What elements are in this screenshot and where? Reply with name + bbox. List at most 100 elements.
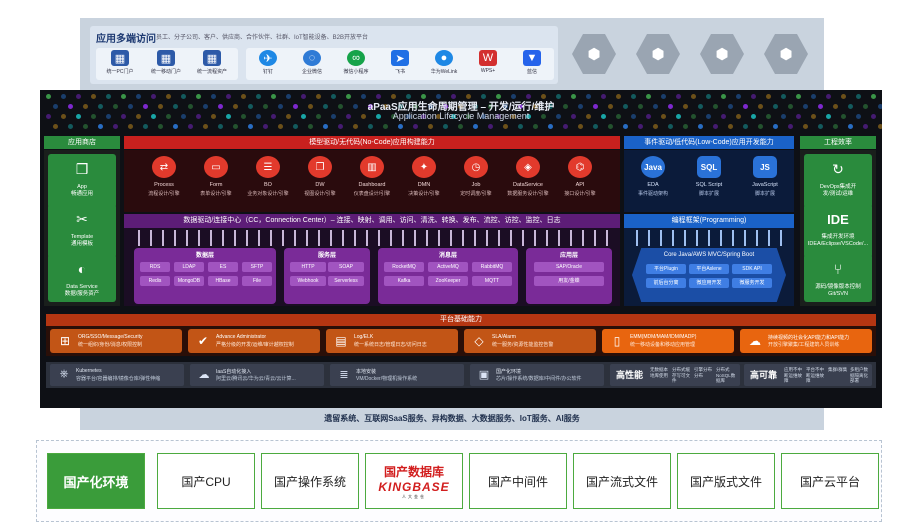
ha-sub: 引擎分布分布 <box>694 367 712 378</box>
item-title: ORG/SSO/Message/Security <box>78 334 143 340</box>
loc-primary[interactable]: 国产化环境 <box>47 453 145 509</box>
channel-miniprogram[interactable]: ∞ 微信小程序 <box>334 50 378 80</box>
chip[interactable]: Webhook <box>290 276 326 286</box>
git-card[interactable]: ⑂ 源码/镜像版本控制 Git/SVN <box>804 254 872 302</box>
chip[interactable]: ZooKeeper <box>428 276 468 286</box>
connector-line <box>450 230 452 246</box>
diamond-icon: ◇ <box>474 334 484 348</box>
chip[interactable]: 平台Aslene <box>689 264 729 274</box>
chip[interactable]: SDK API <box>732 264 772 274</box>
platform-api-open[interactable]: ☁ 持续视频的社会化API能力和API能力 开放引擎聚集/工程建筑人员训练 <box>740 329 872 353</box>
ide-card[interactable]: IDE 集成开发环境 IDEA/Eclipse/VSCode/... <box>804 204 872 258</box>
connector-line <box>648 230 650 246</box>
chip[interactable]: SOAP <box>328 262 364 272</box>
chip[interactable]: RocketMQ <box>384 262 424 272</box>
chip[interactable]: 微服务开发 <box>732 278 772 288</box>
module-dataservice[interactable]: ◈ DataService 数据服务设计/引擎 <box>502 154 554 208</box>
chip[interactable]: SFTP <box>242 262 272 272</box>
decor-dot <box>533 124 538 129</box>
module-process[interactable]: ⇄ Process 流程设计/引擎 <box>138 154 190 208</box>
decor-dot <box>773 124 778 129</box>
channel-welink[interactable]: ● 华为WeLink <box>422 50 466 80</box>
high-performance[interactable]: 高性能 无数据本地库使用 分布式缓存写可文件 引擎分布分布 分布式NoSQL数据… <box>610 364 740 386</box>
channel-wps[interactable]: W WPS+ <box>466 50 510 80</box>
chip[interactable]: Serverless <box>328 276 364 286</box>
module-form[interactable]: ▭ Form 表单设计/引擎 <box>190 154 242 208</box>
decor-dot <box>53 124 58 129</box>
loc-os[interactable]: 国产操作系统 <box>261 453 359 509</box>
infra-domestic[interactable]: ▣ 国产化环境 芯片/操作系统/数据库/中间件/办公软件 <box>470 364 604 386</box>
item-desc: 严格分级的开发/运维/审计越权控制 <box>216 342 294 348</box>
chip[interactable]: Redis <box>140 276 170 286</box>
infra-kubernetes[interactable]: ⎈ Kubernetes 容器平台/容器编排/镜像仓库/弹性伸缩 <box>50 364 184 386</box>
data-service-card[interactable]: ◐ Data Service 数据/服务资产 <box>48 254 116 302</box>
module-sql[interactable]: SQL SQL Script 脚本扩展 <box>682 154 736 208</box>
api-cloud-icon: ☁ <box>749 334 761 348</box>
portal-pc[interactable]: ▦ 统一PC门户 <box>98 50 142 80</box>
chip[interactable]: LDAP <box>174 262 204 272</box>
chip[interactable]: File <box>242 276 272 286</box>
connector-line <box>174 230 176 246</box>
chip[interactable]: MQTT <box>472 276 512 286</box>
decor-dot <box>113 124 118 129</box>
chip[interactable]: RabbitMQ <box>472 262 512 272</box>
chip[interactable]: ActiveMQ <box>428 262 468 272</box>
portal-process[interactable]: ▦ 统一流程资产 <box>190 50 234 80</box>
loc-layout-file[interactable]: 国产版式文件 <box>677 453 775 509</box>
loc-database[interactable]: 国产数据库 KINGBASE 人大金仓 <box>365 453 463 509</box>
channel-wecom[interactable]: ◌ 企业微信 <box>290 50 334 80</box>
template-card[interactable]: ✂ Template 通用模板 <box>48 204 116 258</box>
platform-log[interactable]: ▤ Log/ELK 统一系统日志/管理日志/访问日志 <box>326 329 458 353</box>
module-job[interactable]: ◷ Job 定时调度/引擎 <box>450 154 502 208</box>
platform-sla[interactable]: ◇ SLA/Alarm 统一服务/资源性能监控告警 <box>464 329 596 353</box>
channel-dingtalk[interactable]: ✈ 钉钉 <box>246 50 290 80</box>
portal-group: ▦ 统一PC门户 ▦ 统一移动门户 ▦ 统一流程资产 <box>96 48 238 80</box>
loc-cpu[interactable]: 国产CPU <box>157 453 255 509</box>
platform-emm[interactable]: ▯ EMM(MDM/MAM/IDM/MADP) 统一移动设备和移动应用管理 <box>602 329 734 353</box>
channel-feishu[interactable]: ➤ 飞书 <box>378 50 422 80</box>
channel-lanxin[interactable]: ▼ 蓝信 <box>510 50 554 80</box>
chip[interactable]: Kafka <box>384 276 424 286</box>
chip[interactable]: HTTP <box>290 262 326 272</box>
chip[interactable]: 平台Plugin <box>646 264 686 274</box>
infra-local[interactable]: ≣ 本地安装 VM/Docker/物理机操作系统 <box>330 364 464 386</box>
item-title: 持续视频的社会化API能力和API能力 <box>768 335 850 341</box>
module-eda[interactable]: Java EDA 事件驱动架构 <box>626 154 680 208</box>
connector-line <box>606 230 608 246</box>
chip[interactable]: SAP/Oracle <box>534 262 604 272</box>
high-reliability[interactable]: 高可靠 应用不中断运维故障 平台不中断运维故障 集群/群集 多租户数据隔离化部署 <box>744 364 872 386</box>
module-api[interactable]: ⌬ API 接口设计/引擎 <box>554 154 606 208</box>
decor-dot <box>158 124 163 129</box>
ide-icon: IDE <box>827 211 849 227</box>
chip[interactable]: ES <box>208 262 238 272</box>
platform-admin[interactable]: ✔ Advance Administrator 严格分级的开发/运维/审计越权控制 <box>188 329 320 353</box>
loc-middleware[interactable]: 国产中间件 <box>469 453 567 509</box>
decor-dot <box>818 124 823 129</box>
loc-stream-file[interactable]: 国产流式文件 <box>573 453 671 509</box>
chip[interactable]: MongoDB <box>174 276 204 286</box>
chip[interactable]: 前后台分离 <box>646 278 686 288</box>
server-icon: ≣ <box>339 368 349 381</box>
module-dmn[interactable]: ✦ DMN 决策设计/引擎 <box>398 154 450 208</box>
chip[interactable]: RDS <box>140 262 170 272</box>
engineering-title: 工程效率 <box>800 136 876 149</box>
portal-mobile[interactable]: ▦ 统一移动门户 <box>144 50 188 80</box>
app-card[interactable]: ❒ App 畅通应用 <box>48 154 116 208</box>
chip[interactable]: HBase <box>208 276 238 286</box>
module-js[interactable]: JS JavaScript 脚本扩展 <box>738 154 792 208</box>
module-bo[interactable]: ☰ BO 业务对象设计/引擎 <box>242 154 294 208</box>
infra-iaas[interactable]: ☁ IaaS自动化接入 阿里云/腾讯云/华为云/青云/云计算... <box>190 364 324 386</box>
access-panel: 应用多端访问 员工、分子公司、客户、供应商、合作伙伴、社群、IoT智能设备、B2… <box>90 26 558 84</box>
kubernetes-icon: ⎈ <box>59 367 69 380</box>
chip[interactable]: 用友/金蝶 <box>534 276 604 286</box>
connector-line <box>330 230 332 246</box>
devops-card[interactable]: ↻ DevOps集成开 发/测试/运维 <box>804 154 872 208</box>
module-dashboard[interactable]: ▥ Dashboard 仪表盘设计/引擎 <box>346 154 398 208</box>
chip[interactable]: 微应用开发 <box>689 278 729 288</box>
app-store-title: 应用商店 <box>44 136 120 149</box>
network-icon: ⬢ <box>636 34 680 74</box>
platform-org[interactable]: ⊞ ORG/SSO/Message/Security 统一组织/身份/消息/权限控制 <box>50 329 182 353</box>
module-dw[interactable]: ❐ DW 视图设计/引擎 <box>294 154 346 208</box>
loc-cloud[interactable]: 国产云平台 <box>781 453 879 509</box>
connector-line <box>510 230 512 246</box>
